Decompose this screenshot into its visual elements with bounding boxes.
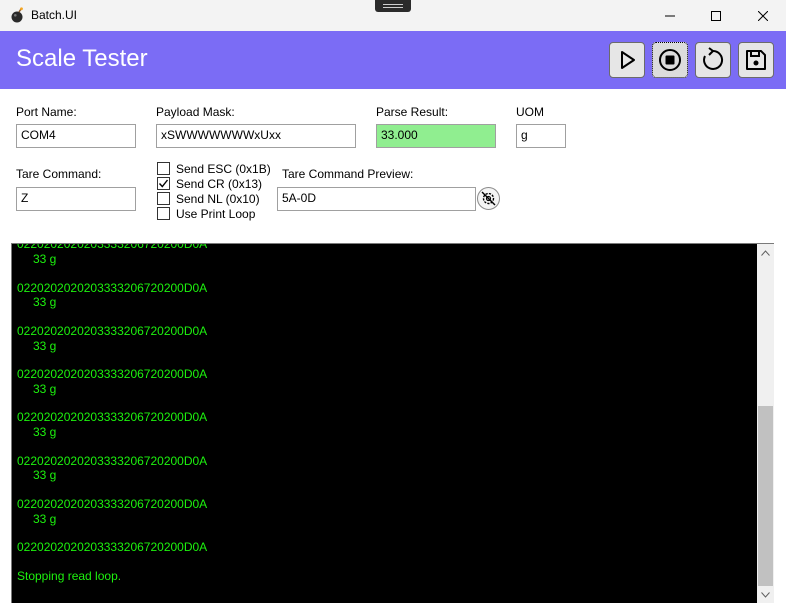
payload-mask-label: Payload Mask: — [156, 105, 235, 119]
port-name-input[interactable]: COM4 — [16, 124, 136, 148]
send-nl-label: Send NL (0x10) — [176, 191, 260, 206]
console-line: 33 g — [33, 512, 57, 526]
start-button[interactable] — [609, 42, 645, 78]
console-line: 33 g — [33, 468, 57, 482]
console-line: 0220202020203333206720200D0A — [17, 243, 208, 251]
scroll-thumb[interactable] — [758, 406, 773, 586]
scroll-up-button[interactable] — [757, 244, 774, 261]
console-line: 0220202020203333206720200D0A — [17, 324, 208, 338]
play-icon — [621, 51, 635, 69]
send-nl-checkbox[interactable]: Send NL (0x10) — [157, 191, 260, 206]
port-name-label: Port Name: — [16, 105, 77, 119]
tare-command-input[interactable]: Z — [16, 187, 136, 211]
window-drag-grip[interactable] — [375, 0, 411, 12]
app-bomb-icon — [11, 7, 23, 23]
checkbox-box[interactable] — [157, 162, 170, 175]
console-line: 33 g — [33, 339, 57, 353]
console-line: Stopping read loop. — [17, 569, 122, 583]
save-icon — [746, 50, 766, 70]
reset-button[interactable] — [695, 42, 731, 78]
save-button[interactable] — [738, 42, 774, 78]
chevron-up-icon — [761, 249, 770, 256]
gear-slash-icon — [481, 191, 496, 206]
send-cr-checkbox[interactable]: Send CR (0x13) — [157, 176, 262, 191]
close-icon — [758, 10, 768, 21]
stop-icon — [659, 49, 681, 71]
use-print-loop-label: Use Print Loop — [176, 206, 256, 221]
title-bar: Batch.UI — [0, 0, 786, 31]
clear-tare-button[interactable] — [477, 187, 500, 210]
maximize-button[interactable] — [693, 0, 739, 31]
use-print-loop-checkbox[interactable]: Use Print Loop — [157, 206, 255, 221]
checkbox-box[interactable] — [157, 207, 170, 220]
console-line: 0220202020203333206720200D0A — [17, 540, 208, 554]
console-line: 0220202020203333206720200D0A — [17, 367, 208, 381]
checkbox-box[interactable] — [157, 177, 170, 190]
parse-result-label: Parse Result: — [376, 105, 449, 119]
window-title: Batch.UI — [31, 8, 78, 22]
console-line: 0220202020203333206720200D0A — [17, 410, 208, 424]
console-line: 33 g — [33, 252, 57, 266]
payload-mask-input[interactable]: xSWWWWWWWxUxx — [156, 124, 356, 148]
send-esc-checkbox[interactable]: Send ESC (0x1B) — [157, 161, 271, 176]
parse-result-field: 33.000 — [376, 124, 496, 148]
maximize-icon — [711, 10, 721, 21]
minimize-button[interactable] — [647, 0, 693, 31]
console-line: 0220202020203333206720200D0A — [17, 454, 208, 468]
console-line: 0220202020203333206720200D0A — [17, 281, 208, 295]
scroll-down-button[interactable] — [757, 586, 774, 603]
send-cr-label: Send CR (0x13) — [176, 176, 263, 191]
checkbox-box[interactable] — [157, 192, 170, 205]
console-line: 33 g — [33, 425, 57, 439]
tare-preview-label: Tare Command Preview: — [282, 167, 414, 181]
checkmark-icon — [158, 179, 169, 188]
close-button[interactable] — [740, 0, 786, 31]
uom-label: UOM — [516, 105, 544, 119]
console-output[interactable]: 0220202020203333206720200D0A 33 g 022020… — [11, 243, 757, 603]
stop-button[interactable] — [652, 42, 688, 78]
app-header: Scale Tester — [0, 31, 786, 89]
tare-command-label: Tare Command: — [16, 167, 102, 181]
console-line: 33 g — [33, 295, 57, 309]
console-scrollbar[interactable] — [757, 243, 774, 603]
send-esc-label: Send ESC (0x1B) — [176, 161, 271, 176]
chevron-down-icon — [761, 591, 770, 598]
refresh-icon — [703, 47, 724, 70]
console-line: 0220202020203333206720200D0A — [17, 497, 208, 511]
minimize-icon — [665, 15, 675, 16]
uom-input[interactable]: g — [516, 124, 566, 148]
page-title: Scale Tester — [16, 45, 148, 72]
console-line: 33 g — [33, 382, 57, 396]
tare-preview-field: 5A-0D — [277, 187, 476, 211]
